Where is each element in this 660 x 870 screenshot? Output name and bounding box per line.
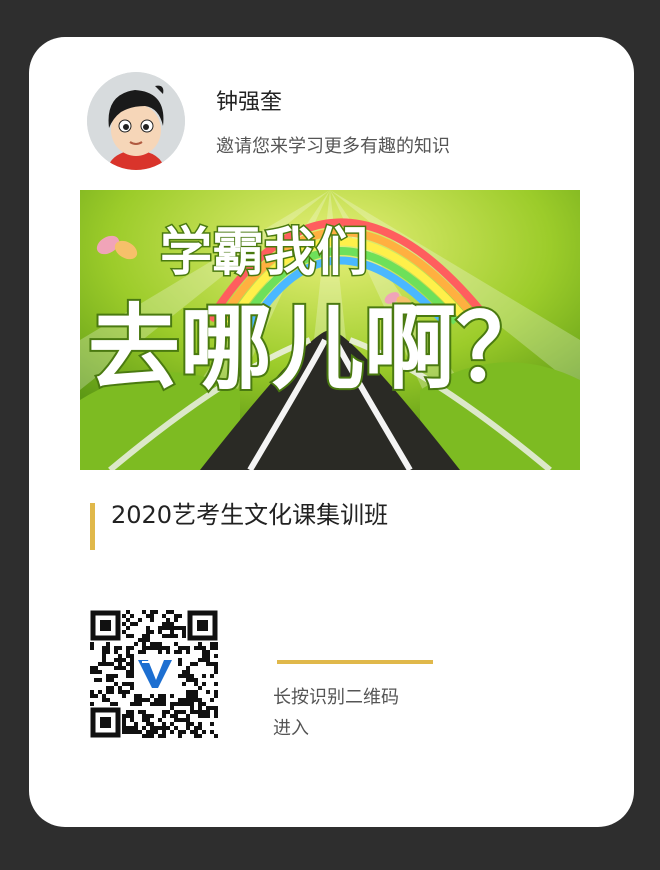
invite-text: 邀请您来学习更多有趣的知识 — [216, 136, 450, 157]
course-banner-image: 学霸我们 去哪儿啊？ — [80, 190, 580, 470]
qr-hint: 长按识别二维码 进入 — [273, 682, 473, 744]
qr-code[interactable] — [90, 610, 218, 738]
avatar-icon — [87, 72, 185, 170]
qr-hint-line-2: 进入 — [273, 718, 309, 739]
banner-headline-2: 去哪儿啊？ — [88, 295, 548, 402]
title-accent-bar — [90, 503, 95, 550]
avatar — [87, 72, 185, 170]
user-name: 钟强奎 — [216, 90, 283, 115]
banner-illustration: 学霸我们 去哪儿啊？ — [80, 190, 580, 470]
hint-divider — [277, 660, 433, 664]
course-title: 2020艺考生文化课集训班 — [111, 501, 389, 529]
banner-headline-1: 学霸我们 — [160, 223, 368, 283]
v-logo-icon — [134, 656, 174, 690]
qr-code-icon — [90, 610, 218, 738]
qr-hint-line-1: 长按识别二维码 — [273, 687, 399, 708]
